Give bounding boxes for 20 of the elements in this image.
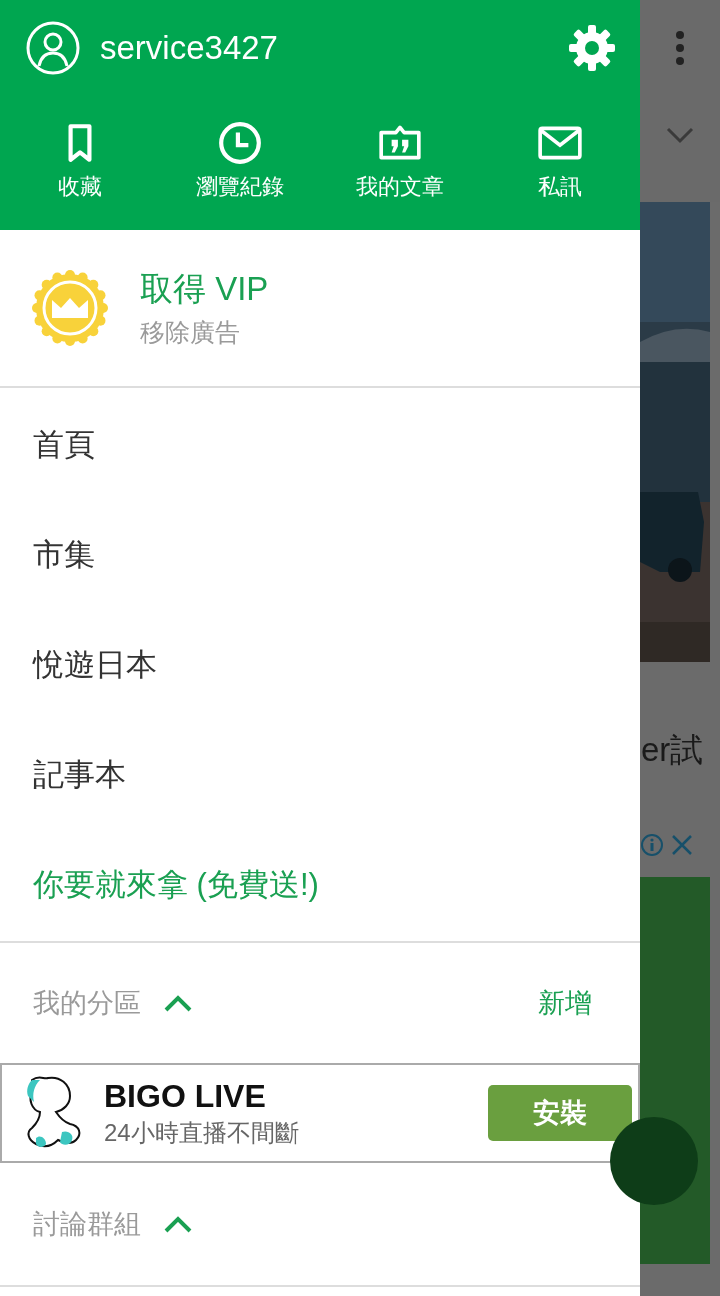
install-button[interactable]: 安裝	[488, 1085, 632, 1141]
shortcut-button[interactable]: 我的文章	[320, 96, 480, 230]
menu-item[interactable]: 你要就來拿 (免費送!)	[0, 830, 640, 940]
add-link[interactable]: 新增	[538, 985, 592, 1021]
menu-item[interactable]: 首頁	[0, 390, 640, 500]
shortcut-button[interactable]: 瀏覽紀錄	[160, 96, 320, 230]
ad-banner[interactable]: BIGO LIVE 24小時直播不間斷 安裝	[0, 1063, 640, 1163]
ad-title: BIGO LIVE	[104, 1077, 267, 1115]
menu-item[interactable]: 市集	[0, 500, 640, 610]
article-title-text: er試	[641, 730, 705, 770]
username: service3427	[100, 29, 279, 67]
section-title[interactable]: 討論群組	[33, 1206, 141, 1242]
vip-title[interactable]: 取得 VIP	[140, 267, 269, 312]
ad-subtitle: 24小時直播不間斷	[104, 1117, 300, 1148]
vip-subtitle: 移除廣告	[140, 317, 241, 348]
section-title[interactable]: 我的分區	[33, 985, 141, 1021]
menu-item[interactable]: 悅遊日本	[0, 610, 640, 720]
shortcut-button[interactable]: 私訊	[480, 96, 640, 230]
menu-item[interactable]: 記事本	[0, 720, 640, 830]
shortcut-button[interactable]: 收藏	[0, 96, 160, 230]
